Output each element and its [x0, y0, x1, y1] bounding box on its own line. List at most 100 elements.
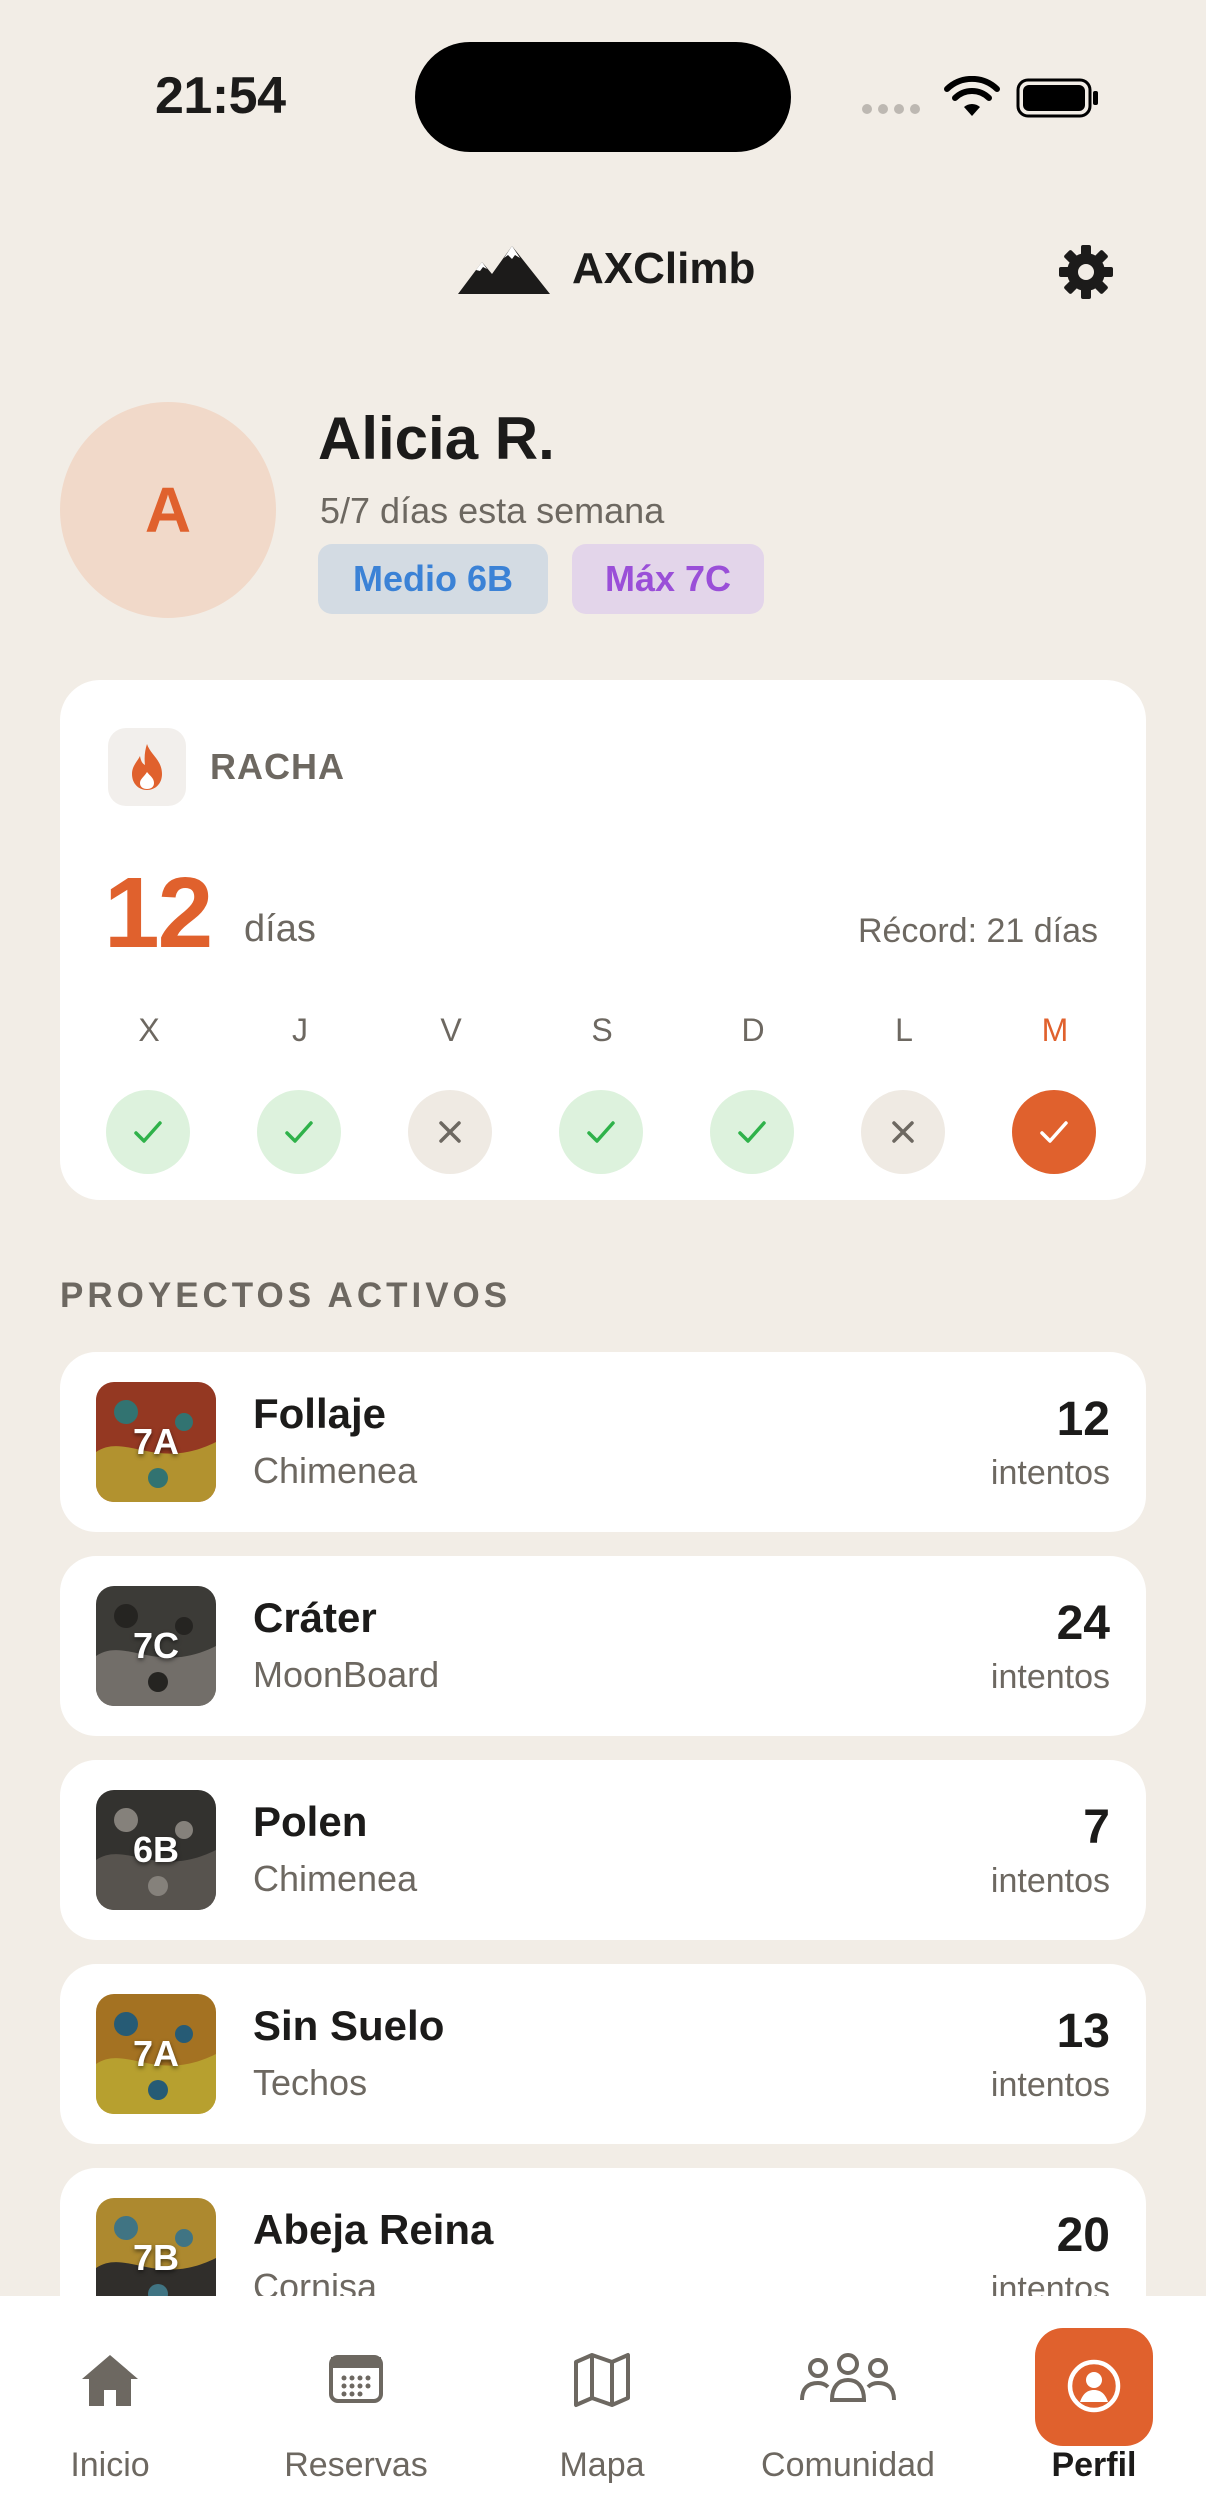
- streak-day-letter: S: [591, 1012, 613, 1048]
- battery-icon: [1016, 78, 1098, 118]
- streak-day: D: [710, 1010, 796, 1174]
- check-icon: [587, 1121, 615, 1143]
- project-wall: Chimenea: [253, 1450, 418, 1491]
- avatar[interactable]: A: [60, 402, 276, 618]
- flame-icon: [132, 744, 162, 790]
- tab-inicio[interactable]: Inicio: [0, 2296, 220, 2500]
- home-icon: [79, 2352, 141, 2413]
- project-card[interactable]: 7A Sin Suelo Techos 13 intentos: [60, 1964, 1146, 2144]
- streak-day-status: [408, 1090, 492, 1174]
- streak-day-letter: J: [292, 1012, 308, 1048]
- avatar-initial: A: [144, 474, 192, 546]
- streak-day-status: [1012, 1090, 1096, 1174]
- project-grade: 7B: [132, 2237, 180, 2278]
- app-brand: AXClimb: [458, 244, 755, 294]
- project-grade: 7C: [132, 1625, 180, 1666]
- streak-record: Récord: 21 días: [857, 912, 1098, 950]
- streak-day: M: [1012, 1010, 1098, 1174]
- project-card[interactable]: 6B Polen Chimenea 7 intentos: [60, 1760, 1146, 1940]
- project-attempts: 13: [1056, 2005, 1110, 2058]
- project-attempts: 20: [1056, 2209, 1110, 2262]
- tab-bar: Inicio Reservas Mapa Comunidad Perfil: [0, 2296, 1206, 2500]
- streak-label: RACHA: [210, 746, 345, 787]
- tab-comunidad[interactable]: Comunidad: [738, 2296, 958, 2500]
- profile-name: Alicia R.: [318, 405, 555, 472]
- streak-day-letter: L: [895, 1012, 913, 1048]
- project-name: Sin Suelo: [253, 2002, 445, 2049]
- cross-icon: [892, 1121, 914, 1143]
- check-icon: [134, 1121, 162, 1143]
- project-card[interactable]: 7C Cráter MoonBoard 24 intentos: [60, 1556, 1146, 1736]
- streak-day-status: [106, 1090, 190, 1174]
- tab-label: Mapa: [559, 2446, 645, 2484]
- streak-day-status: [710, 1090, 794, 1174]
- project-wall: Cornisa: [253, 2266, 378, 2297]
- streak-days: XJVSDLM: [106, 1010, 1106, 1174]
- calendar-icon: [328, 2352, 384, 2409]
- project-attempts-label: intentos: [990, 1658, 1110, 1696]
- project-name: Abeja Reina: [253, 2206, 494, 2253]
- tab-perfil[interactable]: Perfil: [984, 2296, 1204, 2500]
- project-attempts: 7: [1083, 1801, 1110, 1854]
- streak-day-status: [559, 1090, 643, 1174]
- project-attempts-label: intentos: [990, 2066, 1110, 2104]
- streak-day-letter: V: [440, 1012, 462, 1048]
- flame-icon-container: [108, 728, 186, 806]
- tab-mapa[interactable]: Mapa: [492, 2296, 712, 2500]
- project-thumbnail: 7C: [96, 1586, 216, 1706]
- gear-icon[interactable]: [1058, 244, 1114, 300]
- status-time: 21:54: [155, 67, 286, 125]
- wifi-icon: [944, 76, 1000, 116]
- streak-day: L: [861, 1010, 947, 1174]
- project-card[interactable]: 7A Follaje Chimenea 12 intentos: [60, 1352, 1146, 1532]
- project-list: 7A Follaje Chimenea 12 intentos 7C Cráter MoonB…: [60, 1352, 1146, 2297]
- tab-reservas[interactable]: Reservas: [246, 2296, 466, 2500]
- project-attempts: 24: [1056, 1597, 1110, 1650]
- project-attempts-label: intentos: [990, 1454, 1110, 1492]
- tab-label: Inicio: [70, 2446, 150, 2484]
- project-thumbnail: 7A: [96, 1994, 216, 2114]
- community-icon: [799, 2352, 897, 2409]
- cross-icon: [439, 1121, 461, 1143]
- streak-day-letter: X: [138, 1012, 160, 1048]
- check-icon: [1040, 1121, 1068, 1143]
- project-wall: MoonBoard: [253, 1654, 440, 1695]
- project-attempts: 12: [1056, 1393, 1110, 1446]
- project-thumbnail: 7B: [96, 2198, 216, 2297]
- project-attempts-label: intentos: [990, 2270, 1110, 2297]
- streak-count: 12: [104, 857, 213, 969]
- project-wall: Techos: [253, 2062, 368, 2103]
- project-thumbnail: 7A: [96, 1382, 216, 1502]
- streak-day-status: [257, 1090, 341, 1174]
- streak-unit: días: [244, 908, 316, 950]
- check-icon: [285, 1121, 313, 1143]
- project-card[interactable]: 7B Abeja Reina Cornisa 20 intentos: [60, 2168, 1146, 2297]
- tab-label: Comunidad: [761, 2446, 935, 2484]
- project-wall: Chimenea: [253, 1858, 418, 1899]
- streak-day: X: [106, 1010, 192, 1174]
- streak-day: V: [408, 1010, 494, 1174]
- check-icon: [738, 1121, 766, 1143]
- profile-icon: [1066, 2358, 1122, 2419]
- tab-label: Perfil: [1051, 2446, 1137, 2484]
- grade-average-badge: Medio 6B: [318, 544, 548, 614]
- project-grade: 7A: [132, 1421, 180, 1462]
- streak-day-letter: M: [1041, 1012, 1069, 1048]
- project-name: Polen: [253, 1798, 368, 1845]
- grade-max-badge: Máx 7C: [572, 544, 764, 614]
- streak-card: RACHA 12 días Récord: 21 días X J V S D L M: [60, 680, 1146, 1200]
- tab-label: Reservas: [284, 2446, 428, 2484]
- mountain-icon: [458, 246, 550, 294]
- project-name: Cráter: [253, 1594, 377, 1641]
- project-grade: 7A: [132, 2033, 180, 2074]
- streak-day-status: [861, 1090, 945, 1174]
- signal-icon: [862, 104, 920, 114]
- streak-day: S: [559, 1010, 645, 1174]
- project-thumbnail: 6B: [96, 1790, 216, 1910]
- profile-subtitle: 5/7 días esta semana: [320, 490, 665, 531]
- dynamic-island: [415, 42, 791, 152]
- streak-day: J: [257, 1010, 343, 1174]
- project-name: Follaje: [253, 1390, 387, 1437]
- project-attempts-label: intentos: [990, 1862, 1110, 1900]
- app-name: AXClimb: [572, 244, 756, 293]
